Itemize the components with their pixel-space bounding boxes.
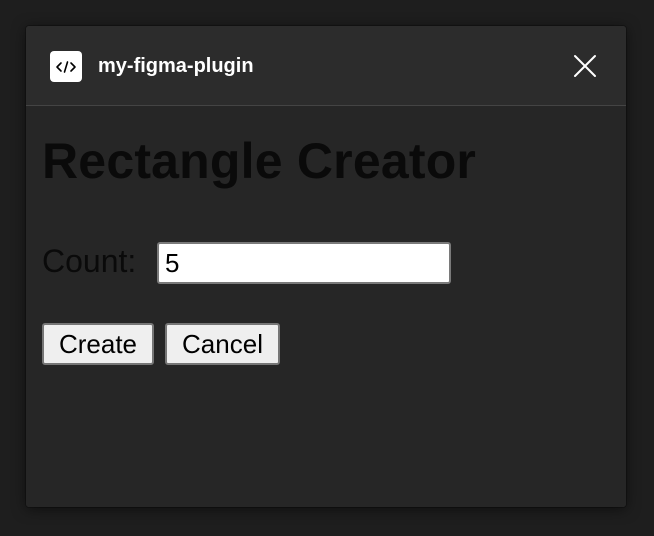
count-label: Count: bbox=[42, 243, 137, 279]
plugin-content: Rectangle Creator Count: Create Cancel bbox=[26, 106, 626, 507]
plugin-window: my-figma-plugin Rectangle Creator Count:… bbox=[26, 26, 626, 507]
count-input[interactable] bbox=[157, 242, 451, 284]
cancel-button[interactable]: Cancel bbox=[165, 323, 280, 365]
close-icon bbox=[574, 55, 596, 77]
window-title: my-figma-plugin bbox=[98, 55, 254, 77]
title-bar: my-figma-plugin bbox=[26, 26, 626, 106]
close-button[interactable] bbox=[569, 50, 601, 82]
create-button[interactable]: Create bbox=[42, 323, 154, 365]
code-brackets-icon bbox=[50, 51, 82, 82]
page-title: Rectangle Creator bbox=[42, 133, 477, 189]
